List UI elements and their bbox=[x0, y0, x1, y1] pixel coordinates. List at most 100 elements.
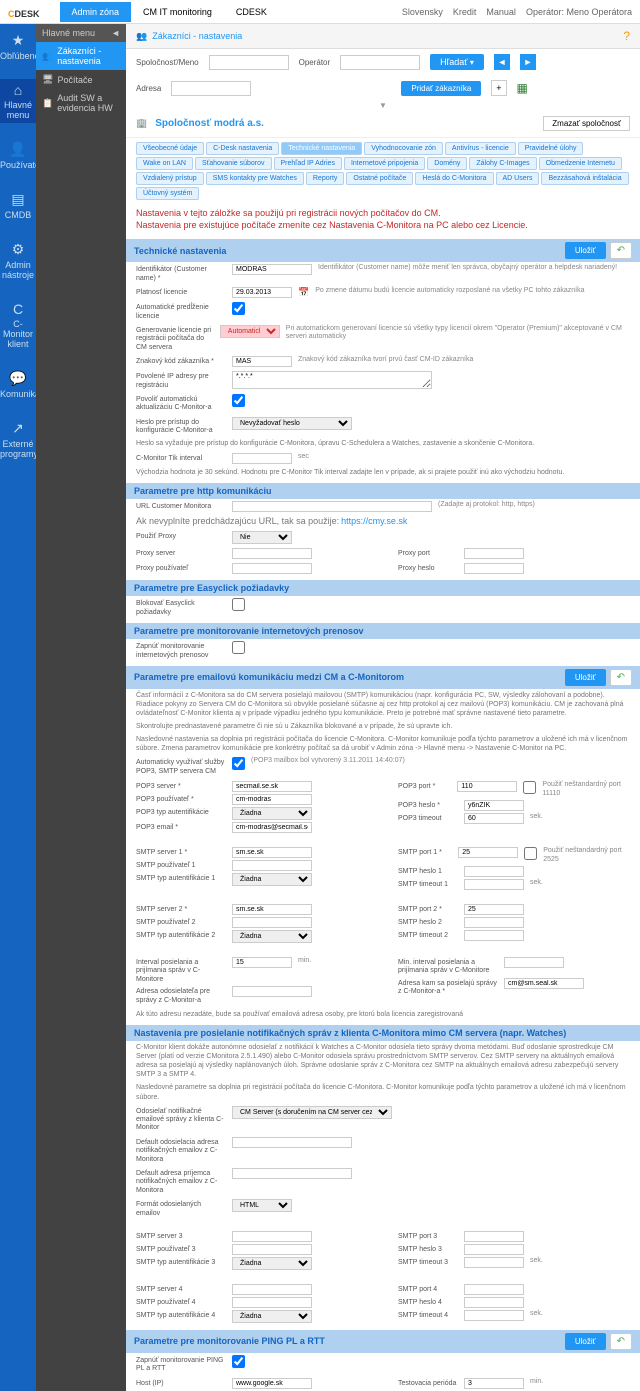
tab-reports[interactable]: Reporty bbox=[306, 172, 345, 185]
smtp2server-input[interactable] bbox=[232, 904, 312, 915]
help-icon[interactable]: ? bbox=[623, 29, 630, 43]
tab-cmit[interactable]: CM IT monitoring bbox=[131, 2, 224, 22]
company-input[interactable] bbox=[209, 55, 289, 70]
tab-cdesk-settings[interactable]: C-Desk nastavenia bbox=[206, 142, 279, 155]
smtp1server-input[interactable] bbox=[232, 847, 312, 858]
menu-computers[interactable]: 🖥Počítače bbox=[36, 70, 126, 89]
pop3port-input[interactable] bbox=[457, 781, 517, 792]
smtp3pass-input[interactable] bbox=[464, 1244, 524, 1255]
proxyuser-input[interactable] bbox=[232, 563, 312, 574]
password-select[interactable]: Nevyžadovať heslo bbox=[232, 417, 352, 430]
nav-cmonitor[interactable]: CC-Monitor klient bbox=[0, 298, 36, 352]
url-input[interactable] bbox=[232, 501, 432, 512]
menu-audit[interactable]: 📋Audit SW a evidencia HW bbox=[36, 89, 126, 117]
smtp3user-input[interactable] bbox=[232, 1244, 312, 1255]
nav-comm[interactable]: 💬Komunikácia bbox=[0, 367, 36, 402]
smtp1-nonstd-check[interactable] bbox=[524, 847, 537, 860]
undo-button-3[interactable]: ↶ bbox=[610, 1333, 632, 1350]
tab-internet[interactable]: Internetové pripojenia bbox=[344, 157, 425, 170]
genlic-select[interactable]: Automaticky bbox=[220, 325, 280, 338]
operator-label[interactable]: Operátor: Meno Operátora bbox=[526, 7, 632, 17]
tab-sms[interactable]: SMS kontakty pre Watches bbox=[206, 172, 304, 185]
proxyserver-input[interactable] bbox=[232, 548, 312, 559]
proxypass-input[interactable] bbox=[464, 563, 524, 574]
easyclick-check[interactable] bbox=[232, 598, 245, 611]
nav-main[interactable]: ⌂Hlavné menu bbox=[0, 79, 36, 123]
collapse-icon[interactable]: ◄ bbox=[111, 28, 120, 38]
notif-method-select[interactable]: CM Server (s doručením na CM server cez … bbox=[232, 1106, 392, 1119]
notif-sender-input[interactable] bbox=[232, 1137, 352, 1148]
tab-technical[interactable]: Technické nastavenia bbox=[281, 142, 362, 155]
tab-remote[interactable]: Vzdialený prístup bbox=[136, 172, 204, 185]
tab-other[interactable]: Ostatné počítače bbox=[346, 172, 413, 185]
tab-domains[interactable]: Domény bbox=[427, 157, 467, 170]
prev-button[interactable]: ◄ bbox=[494, 54, 510, 70]
format-select[interactable]: HTML bbox=[232, 1199, 292, 1212]
plus-icon[interactable]: + bbox=[491, 80, 506, 96]
save-button-2[interactable]: Uložiť bbox=[565, 669, 606, 686]
tab-zones[interactable]: Vyhodnocovanie zón bbox=[364, 142, 443, 155]
add-customer-button[interactable]: Pridať zákazníka bbox=[401, 81, 481, 96]
kredit-link[interactable]: Kredit bbox=[453, 7, 477, 17]
smtp3server-input[interactable] bbox=[232, 1231, 312, 1242]
pop3timeout-input[interactable] bbox=[464, 813, 524, 824]
pop3server-input[interactable] bbox=[232, 781, 312, 792]
lang-link[interactable]: Slovensky bbox=[402, 7, 443, 17]
smtp4pass-input[interactable] bbox=[464, 1297, 524, 1308]
smtp3auth-select[interactable]: Žiadna bbox=[232, 1257, 312, 1270]
address-input[interactable] bbox=[171, 81, 251, 96]
save-button-3[interactable]: Uložiť bbox=[565, 1333, 606, 1350]
delete-company-button[interactable]: Zmazať spoločnosť bbox=[543, 116, 630, 131]
smtp2port-input[interactable] bbox=[464, 904, 524, 915]
tab-install[interactable]: Bezzásahová inštalácia bbox=[541, 172, 628, 185]
search-button[interactable]: Hľadať ▾ bbox=[430, 54, 484, 70]
smtp4server-input[interactable] bbox=[232, 1284, 312, 1295]
ping-period-input[interactable] bbox=[464, 1378, 524, 1389]
tab-tasks[interactable]: Pravidelné úlohy bbox=[518, 142, 584, 155]
tab-general[interactable]: Všeobecné údaje bbox=[136, 142, 204, 155]
smtp4timeout-input[interactable] bbox=[464, 1310, 524, 1321]
tab-ip[interactable]: Prehľad IP Adries bbox=[274, 157, 342, 170]
smtp1user-input[interactable] bbox=[232, 860, 312, 871]
monitoring-check[interactable] bbox=[232, 641, 245, 654]
tab-adusers[interactable]: AD Users bbox=[496, 172, 540, 185]
smtp2timeout-input[interactable] bbox=[464, 930, 524, 941]
tab-wol[interactable]: Wake on LAN bbox=[136, 157, 193, 170]
undo-button-2[interactable]: ↶ bbox=[610, 669, 632, 686]
nav-favorites[interactable]: ★Obľúbené bbox=[0, 29, 36, 64]
tab-restrict[interactable]: Obmedzenie Internetu bbox=[539, 157, 622, 170]
ping-host-input[interactable] bbox=[232, 1378, 312, 1389]
pop3auth-select[interactable]: Žiadna bbox=[232, 807, 312, 820]
manual-link[interactable]: Manual bbox=[486, 7, 516, 17]
nav-cmdb[interactable]: ▤CMDB bbox=[0, 188, 36, 223]
min-interval-input[interactable] bbox=[504, 957, 564, 968]
ip-textarea[interactable]: *.*.*.* bbox=[232, 371, 432, 389]
proxyport-input[interactable] bbox=[464, 548, 524, 559]
ping-check[interactable] bbox=[232, 1355, 245, 1368]
smtp4auth-select[interactable]: Žiadna bbox=[232, 1310, 312, 1323]
autoext-check[interactable] bbox=[232, 302, 245, 315]
tab-accounting[interactable]: Účtovný systém bbox=[136, 187, 199, 200]
tik-input[interactable] bbox=[232, 453, 292, 464]
validity-input[interactable] bbox=[232, 287, 292, 298]
next-button[interactable]: ► bbox=[520, 54, 536, 70]
menu-customers[interactable]: 👥Zákazníci - nastavenia bbox=[36, 42, 126, 70]
nav-ext[interactable]: ↗Externé programy bbox=[0, 417, 36, 462]
interval-input[interactable] bbox=[232, 957, 292, 968]
smtp2user-input[interactable] bbox=[232, 917, 312, 928]
notif-recipient-input[interactable] bbox=[232, 1168, 352, 1179]
tab-passwords[interactable]: Heslá do C-Monitora bbox=[415, 172, 493, 185]
tab-downloads[interactable]: Sťahovanie súborov bbox=[195, 157, 272, 170]
to-addr-input[interactable] bbox=[504, 978, 584, 989]
smtp1timeout-input[interactable] bbox=[464, 879, 524, 890]
smtp2pass-input[interactable] bbox=[464, 917, 524, 928]
tab-antivirus[interactable]: Antivírus - licencie bbox=[445, 142, 516, 155]
smtp2auth-select[interactable]: Žiadna bbox=[232, 930, 312, 943]
save-button[interactable]: Uložiť bbox=[565, 242, 606, 259]
pop3-nonstd-check[interactable] bbox=[523, 781, 536, 794]
pop3auto-check[interactable] bbox=[232, 757, 245, 770]
smtp1pass-input[interactable] bbox=[464, 866, 524, 877]
excel-icon[interactable]: ▦ bbox=[517, 81, 528, 95]
tab-cdesk[interactable]: CDESK bbox=[224, 2, 279, 22]
smtp3timeout-input[interactable] bbox=[464, 1257, 524, 1268]
